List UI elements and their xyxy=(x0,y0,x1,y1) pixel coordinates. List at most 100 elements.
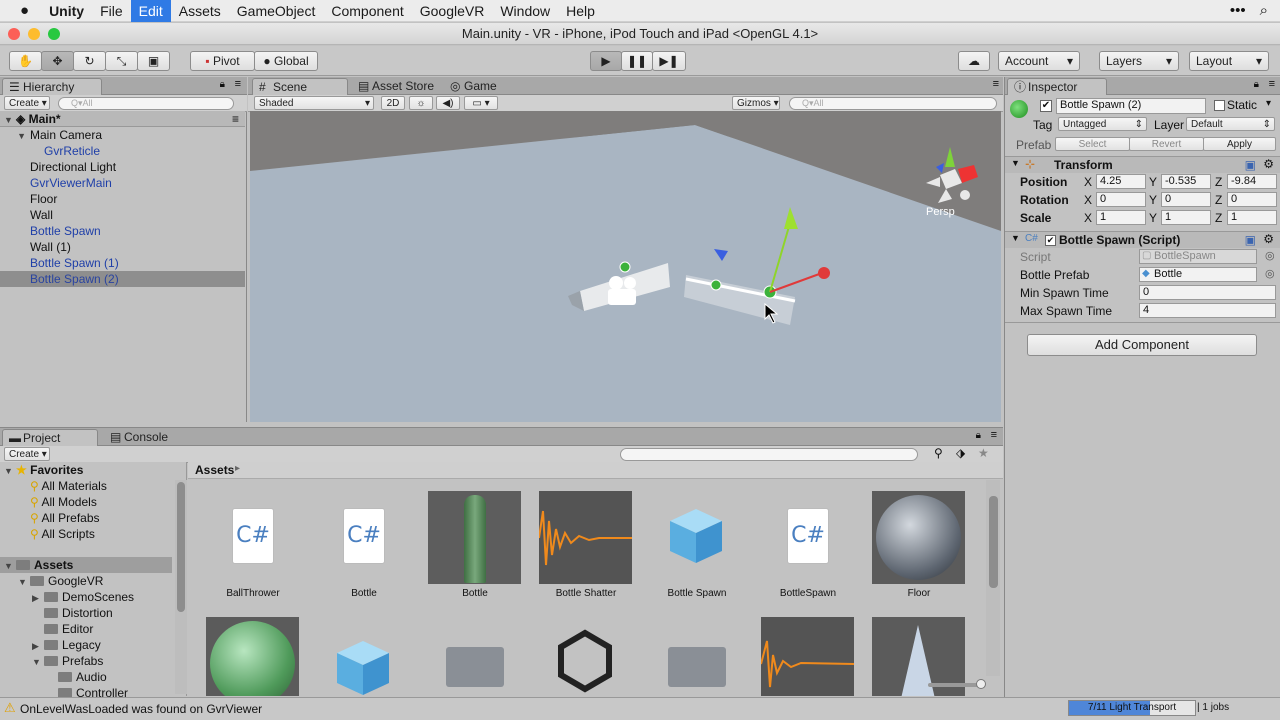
status-message[interactable]: OnLevelWasLoaded was found on GvrViewer xyxy=(20,702,262,716)
panel-menu-icon[interactable]: ≡ xyxy=(991,429,997,441)
tree-folder-item[interactable]: ▶ Legacy xyxy=(0,637,172,653)
collab-button[interactable]: ☁ xyxy=(958,51,990,71)
prefab-cube-icon[interactable] xyxy=(317,617,410,696)
expand-triangle-icon[interactable]: ▼ xyxy=(18,574,30,590)
asset-item[interactable]: Bottle Shatter xyxy=(531,488,641,604)
gameobject-icon[interactable] xyxy=(1010,100,1028,118)
add-component-button[interactable]: Add Component xyxy=(1027,334,1257,356)
menu-unity[interactable]: Unity xyxy=(41,0,92,22)
panel-menu-icon[interactable]: ≡ xyxy=(1269,78,1275,90)
static-checkbox[interactable] xyxy=(1214,100,1225,111)
scene-menu-icon[interactable]: ≡ xyxy=(232,111,239,127)
lighting-toggle[interactable]: ☼ xyxy=(409,96,433,110)
filter-type-icon[interactable]: ⚲ xyxy=(934,446,943,460)
lock-icon[interactable]: 🔒︎ xyxy=(220,79,225,90)
menu-assets[interactable]: Assets xyxy=(171,0,229,22)
asset-item[interactable]: Bottle Spawn xyxy=(642,488,752,604)
expand-triangle-icon[interactable]: ▼ xyxy=(32,654,44,670)
search-icon[interactable]: ⌕ xyxy=(1260,2,1268,19)
rect-tool-button[interactable]: ▣ xyxy=(137,51,170,71)
menu-window[interactable]: Window xyxy=(492,0,558,22)
close-window-button[interactable] xyxy=(8,28,20,40)
apple-icon[interactable]: ● xyxy=(0,0,41,22)
asset-item[interactable]: C# BallThrower xyxy=(198,488,308,604)
menu-googlevr[interactable]: GoogleVR xyxy=(412,0,493,22)
tree-folder-item[interactable]: Editor xyxy=(0,621,172,637)
scene-search-input[interactable]: Q▾All xyxy=(789,97,997,110)
project-create-dropdown[interactable]: Create ▾ xyxy=(4,447,50,461)
hierarchy-item[interactable]: Wall xyxy=(0,207,245,223)
menu-edit[interactable]: Edit xyxy=(130,0,171,22)
asset-item[interactable]: Bottle xyxy=(420,488,530,604)
filter-label-icon[interactable]: ⬗ xyxy=(956,446,965,460)
minimize-window-button[interactable] xyxy=(28,28,40,40)
audio-toggle[interactable]: ◀) xyxy=(436,96,460,110)
object-name-field[interactable]: Bottle Spawn (2) xyxy=(1056,98,1206,114)
prefab-revert-button[interactable]: Revert xyxy=(1129,137,1204,151)
step-button[interactable]: ▶❚ xyxy=(652,51,686,71)
assets-header[interactable]: ▼ Assets xyxy=(0,557,172,573)
transform-position-x-field[interactable]: 4.25 xyxy=(1096,174,1146,189)
tree-scrollbar-thumb[interactable] xyxy=(177,482,185,612)
transform-scale-y-field[interactable]: 1 xyxy=(1161,210,1211,225)
asset-item[interactable]: Floor xyxy=(864,488,974,604)
favorite-item[interactable]: ⚲ All Materials xyxy=(0,478,172,494)
favorite-item[interactable]: ⚲ All Prefabs xyxy=(0,510,172,526)
transform-scale-z-field[interactable]: 1 xyxy=(1227,210,1277,225)
more-icon[interactable]: ••• xyxy=(1230,2,1246,19)
icon-size-slider[interactable] xyxy=(928,679,986,689)
effects-toggle[interactable]: ▭ ▾ xyxy=(464,96,498,110)
layer-dropdown[interactable]: Default ⇕ xyxy=(1186,117,1275,131)
hand-tool-button[interactable]: ✋ xyxy=(9,51,42,71)
lock-icon[interactable]: 🔒︎ xyxy=(1254,79,1259,90)
field-value[interactable]: 0 xyxy=(1139,285,1276,300)
project-search-input[interactable] xyxy=(620,448,918,461)
hierarchy-item[interactable]: Bottle Spawn (1) xyxy=(0,255,245,271)
gear-icon[interactable]: ⚙ xyxy=(1263,157,1274,171)
global-toggle[interactable]: ● Global xyxy=(254,51,318,71)
grid-scrollbar-thumb[interactable] xyxy=(989,496,998,588)
gear-icon[interactable]: ⚙ xyxy=(1263,232,1274,246)
tree-folder-item[interactable]: ▶ DemoScenes xyxy=(0,589,172,605)
tree-scrollbar[interactable] xyxy=(175,480,187,694)
shading-dropdown[interactable]: Shaded ▾ xyxy=(254,96,374,110)
active-checkbox[interactable]: ✔ xyxy=(1040,100,1052,112)
hierarchy-item[interactable]: Bottle Spawn xyxy=(0,223,245,239)
prefab-apply-button[interactable]: Apply xyxy=(1203,137,1276,151)
menu-help[interactable]: Help xyxy=(558,0,603,22)
transform-position-y-field[interactable]: -0.535 xyxy=(1161,174,1211,189)
favorite-item[interactable]: ⚲ All Models xyxy=(0,494,172,510)
pause-button[interactable]: ❚❚ xyxy=(621,51,653,71)
move-tool-button[interactable]: ✥ xyxy=(41,51,74,71)
tab-console[interactable]: ▤ Console xyxy=(104,429,194,446)
favorite-star-icon[interactable]: ★ xyxy=(978,446,989,460)
tab-asset-store[interactable]: ▤ Asset Store xyxy=(352,78,442,95)
tree-folder-item[interactable]: Audio xyxy=(0,669,172,685)
pivot-toggle[interactable]: ▪ Pivot xyxy=(190,51,255,71)
hierarchy-item[interactable]: Bottle Spawn (2) xyxy=(0,271,245,287)
transform-header[interactable]: ▼ ⊹ Transform ▣ ⚙ xyxy=(1005,156,1280,173)
transform-rotation-z-field[interactable]: 0 xyxy=(1227,192,1277,207)
folder-icon[interactable] xyxy=(428,617,521,696)
panel-menu-icon[interactable]: ≡ xyxy=(993,78,999,90)
hierarchy-item[interactable]: Wall (1) xyxy=(0,239,245,255)
object-picker-icon[interactable]: ◎ xyxy=(1265,249,1275,262)
field-value[interactable]: 4 xyxy=(1139,303,1276,318)
transform-scale-x-field[interactable]: 1 xyxy=(1096,210,1146,225)
grid-scrollbar[interactable] xyxy=(986,480,1000,676)
tab-inspector[interactable]: ⓘ Inspector xyxy=(1007,78,1107,95)
slider-thumb[interactable] xyxy=(976,679,986,689)
expand-triangle-icon[interactable]: ▶ xyxy=(32,638,44,654)
scale-tool-button[interactable]: ⤡ xyxy=(105,51,138,71)
help-icon[interactable]: ▣ xyxy=(1245,158,1256,172)
panel-menu-icon[interactable]: ≡ xyxy=(235,78,241,90)
asset-item[interactable]: C# BottleSpawn xyxy=(753,488,863,604)
tag-dropdown[interactable]: Untagged ⇕ xyxy=(1058,117,1147,131)
hierarchy-item[interactable]: GvrReticle xyxy=(0,143,245,159)
play-button[interactable]: ▶ xyxy=(590,51,622,71)
asset-item[interactable]: C# Bottle xyxy=(309,488,419,604)
audio-waveform-icon[interactable] xyxy=(760,617,855,696)
zoom-window-button[interactable] xyxy=(48,28,60,40)
hierarchy-item[interactable]: ▼ Main Camera xyxy=(0,127,245,143)
gizmos-dropdown[interactable]: Gizmos ▾ xyxy=(732,96,780,110)
